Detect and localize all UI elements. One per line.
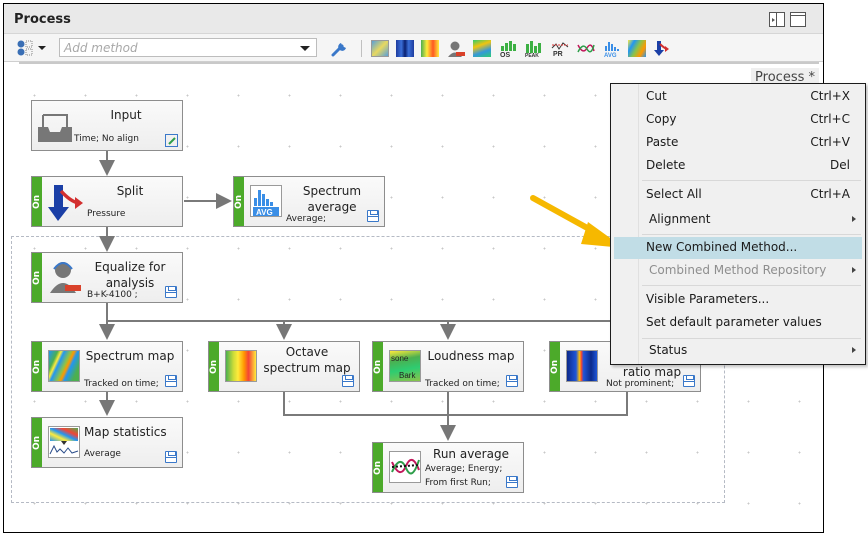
submenu-arrow-icon bbox=[852, 347, 856, 353]
menu-item-status[interactable]: Status bbox=[614, 340, 862, 362]
menu-item-cut[interactable]: Cut Ctrl+X bbox=[614, 86, 862, 108]
context-menu: Cut Ctrl+X Copy Ctrl+C Paste Ctrl+V Delete D… bbox=[610, 83, 866, 365]
menu-separator bbox=[642, 338, 861, 339]
menu-item-select-all[interactable]: Select All Ctrl+A bbox=[614, 184, 862, 206]
menu-item-visible-parameters[interactable]: Visible Parameters... bbox=[614, 289, 862, 311]
submenu-arrow-icon bbox=[852, 216, 856, 222]
menu-item-new-combined-method[interactable]: New Combined Method... bbox=[614, 237, 862, 259]
submenu-arrow-icon bbox=[852, 267, 856, 273]
menu-item-set-default-parameter-values[interactable]: Set default parameter values bbox=[614, 312, 862, 334]
menu-separator bbox=[642, 234, 861, 235]
menu-item-copy[interactable]: Copy Ctrl+C bbox=[614, 109, 862, 131]
menu-item-combined-method-repository: Combined Method Repository bbox=[614, 260, 862, 282]
menu-item-paste[interactable]: Paste Ctrl+V bbox=[614, 132, 862, 154]
menu-item-delete[interactable]: Delete Del bbox=[614, 155, 862, 177]
menu-separator bbox=[642, 180, 861, 181]
menu-item-alignment[interactable]: Alignment bbox=[614, 209, 862, 231]
menu-separator bbox=[642, 285, 861, 286]
